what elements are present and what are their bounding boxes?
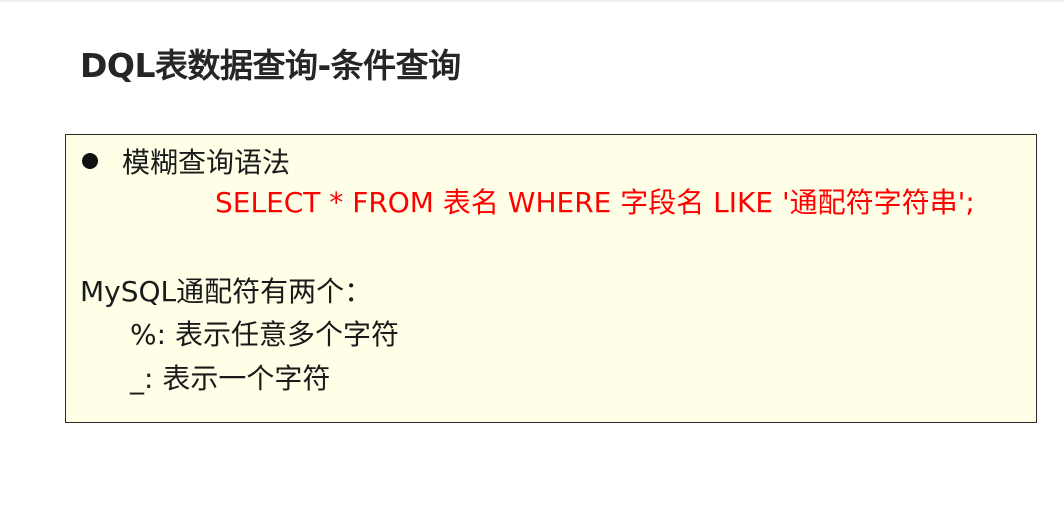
slide-title: DQL表数据查询-条件查询 — [80, 46, 461, 85]
sql-syntax: SELECT * FROM 表名 WHERE 字段名 LIKE '通配符字符串'… — [215, 186, 975, 219]
top-divider — [0, 0, 1064, 2]
bullet-dot-icon — [82, 153, 98, 169]
bullet-text: 模糊查询语法 — [122, 146, 291, 179]
bullet-item: 模糊查询语法 — [82, 143, 290, 179]
wildcards-header: MySQL通配符有两个： — [80, 275, 373, 308]
wildcard-underscore: _: 表示一个字符 — [130, 362, 331, 395]
content-box: 模糊查询语法 SELECT * FROM 表名 WHERE 字段名 LIKE '… — [65, 134, 1037, 423]
wildcard-percent: %: 表示任意多个字符 — [130, 318, 399, 351]
